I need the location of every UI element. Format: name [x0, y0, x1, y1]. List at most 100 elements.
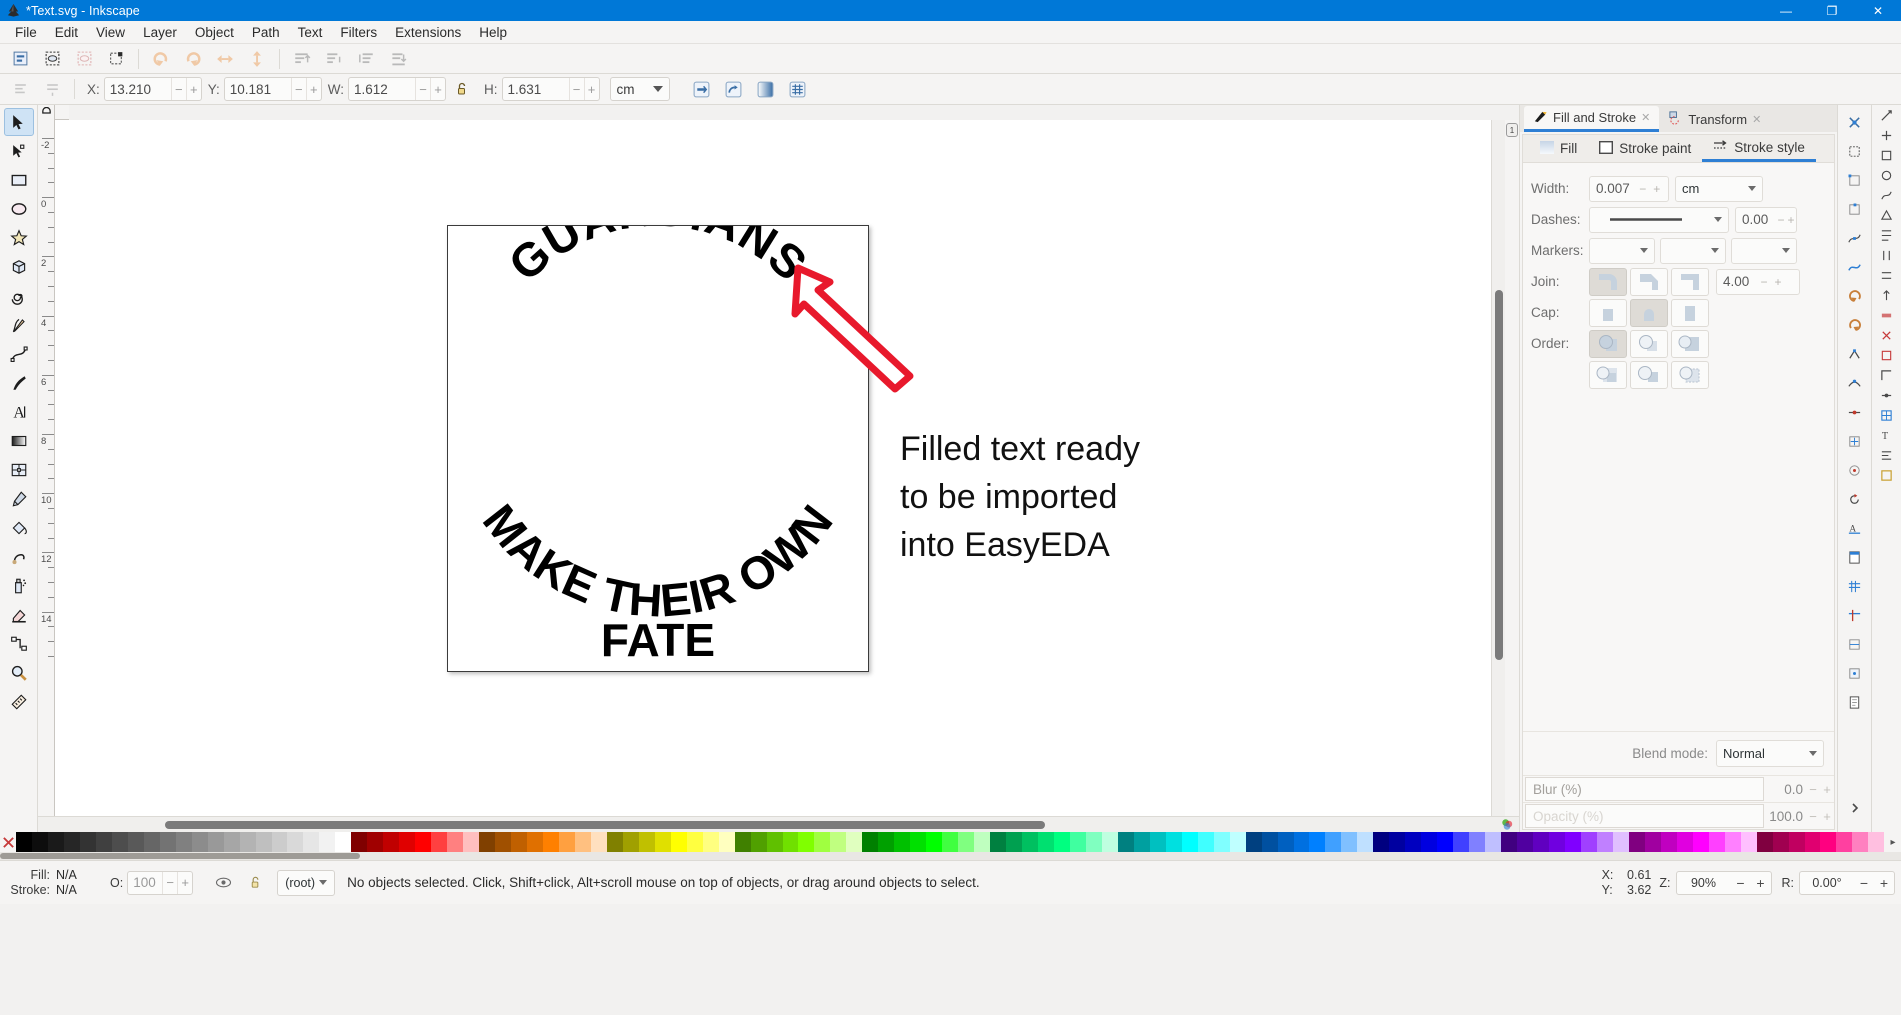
edge-snap-icon-13[interactable]: [1880, 349, 1893, 365]
x-spinner[interactable]: − +: [103, 77, 202, 101]
x-input[interactable]: [104, 78, 171, 100]
menu-edit[interactable]: Edit: [46, 23, 87, 42]
palette-swatch[interactable]: [1469, 832, 1486, 852]
blend-mode-dropdown[interactable]: Normal: [1716, 740, 1824, 767]
palette-swatch[interactable]: [1724, 832, 1741, 852]
rotation-value[interactable]: 0.00°: [1800, 876, 1854, 890]
x-increment[interactable]: +: [185, 78, 201, 100]
palette-swatch[interactable]: [223, 832, 240, 852]
ruler-corner[interactable]: [38, 105, 55, 120]
palette-swatch[interactable]: [1437, 832, 1454, 852]
palette-swatch[interactable]: [1533, 832, 1549, 852]
flip-horizontal-icon[interactable]: [209, 46, 241, 72]
palette-swatch[interactable]: [303, 832, 320, 852]
fill-stroke-indicator[interactable]: Fill: N/A Stroke: N/A: [0, 868, 84, 898]
stroke-width-increment[interactable]: +: [1650, 177, 1664, 201]
edge-snap-icon-17[interactable]: T: [1880, 429, 1893, 445]
flip-vertical-icon[interactable]: [241, 46, 273, 72]
stroke-width-unit-dropdown[interactable]: cm: [1675, 175, 1763, 202]
no-color-swatch[interactable]: [0, 832, 16, 852]
palette-swatch[interactable]: [255, 832, 272, 852]
palette-swatch[interactable]: [846, 832, 863, 852]
snap-bbox-corner-icon[interactable]: [1841, 167, 1869, 193]
palette-swatch[interactable]: [415, 832, 432, 852]
palette-swatch[interactable]: [431, 832, 448, 852]
palette-swatch[interactable]: [287, 832, 304, 852]
miter-join-icon[interactable]: [1671, 267, 1709, 296]
edge-snap-icon-16[interactable]: [1880, 409, 1893, 425]
palette-swatch[interactable]: [1708, 832, 1725, 852]
zoom-out-button[interactable]: −: [1731, 875, 1751, 891]
palette-swatch[interactable]: [1277, 832, 1294, 852]
x-decrement[interactable]: −: [170, 78, 186, 100]
snap-undo-icon[interactable]: [1841, 283, 1869, 309]
palette-swatch[interactable]: [1053, 832, 1070, 852]
palette-swatch[interactable]: [319, 832, 336, 852]
palette-swatch[interactable]: [1261, 832, 1278, 852]
palette-swatch[interactable]: [191, 832, 208, 852]
palette-swatch[interactable]: [686, 832, 703, 852]
palette-swatch[interactable]: [335, 832, 352, 852]
palette-swatch[interactable]: [383, 832, 400, 852]
scale-corners-icon[interactable]: [718, 76, 750, 102]
palette-swatch[interactable]: [1820, 832, 1837, 852]
palette-swatch[interactable]: [942, 832, 959, 852]
align-left-icon[interactable]: [4, 76, 36, 102]
close-button[interactable]: ✕: [1855, 0, 1901, 21]
palette-swatch[interactable]: [894, 832, 911, 852]
zoom-value[interactable]: 90%: [1677, 876, 1731, 890]
edge-snap-icon-14[interactable]: [1880, 369, 1893, 385]
snap-nodes-icon[interactable]: [1841, 225, 1869, 251]
opacity-status-input[interactable]: [128, 871, 163, 894]
order-fms-icon[interactable]: [1630, 329, 1668, 358]
palette-swatch[interactable]: [622, 832, 639, 852]
drawing-canvas[interactable]: GUARDIANS MAKE THEIR OWN FATE Filled tex…: [55, 120, 1491, 816]
lower-to-bottom-icon[interactable]: [382, 46, 414, 72]
close-icon[interactable]: ✕: [1641, 111, 1650, 124]
palette-swatch[interactable]: [95, 832, 112, 852]
maximize-button[interactable]: ❐: [1809, 0, 1855, 21]
order-smf-icon[interactable]: [1589, 360, 1627, 389]
palette-swatch[interactable]: [1006, 832, 1023, 852]
palette-swatch[interactable]: [974, 832, 991, 852]
mesh-gradient-icon[interactable]: [4, 456, 34, 484]
marker-mid-dropdown[interactable]: [1660, 237, 1726, 264]
subtab-stroke-paint[interactable]: Stroke paint: [1588, 135, 1702, 162]
palette-swatch[interactable]: [1772, 832, 1789, 852]
y-input[interactable]: [224, 78, 291, 100]
opacity-status-spinner[interactable]: − +: [127, 870, 194, 895]
square-cap-icon[interactable]: [1671, 298, 1709, 327]
palette-swatch[interactable]: [1517, 832, 1534, 852]
invert-selection-icon[interactable]: [100, 46, 132, 72]
snap-center-icon[interactable]: [1841, 428, 1869, 454]
palette-swatch[interactable]: [111, 832, 128, 852]
subtab-stroke-style[interactable]: Stroke style: [1702, 135, 1816, 162]
edge-snap-icon-4[interactable]: [1880, 169, 1893, 185]
blur-decrement[interactable]: −: [1806, 782, 1820, 797]
pencil-tool[interactable]: [4, 311, 34, 339]
blur-increment[interactable]: +: [1820, 782, 1834, 797]
eyedropper-icon[interactable]: [4, 485, 34, 513]
palette-swatch[interactable]: [159, 832, 176, 852]
palette-swatch[interactable]: [1868, 832, 1885, 852]
palette-swatch[interactable]: [1181, 832, 1198, 852]
edge-snap-icon-8[interactable]: [1880, 249, 1893, 265]
tab-transform[interactable]: Transform ✕: [1659, 106, 1771, 132]
star-tool[interactable]: [4, 224, 34, 252]
palette-swatch[interactable]: [1293, 832, 1310, 852]
palette-swatch[interactable]: [495, 832, 512, 852]
palette-swatch[interactable]: [1389, 832, 1406, 852]
snap-guide-icon[interactable]: [1841, 602, 1869, 628]
palette-swatch[interactable]: [367, 832, 384, 852]
horizontal-scrollbar-thumb[interactable]: [165, 821, 1045, 829]
palette-swatch[interactable]: [670, 832, 687, 852]
w-input[interactable]: [349, 78, 416, 100]
ellipse-tool[interactable]: [4, 195, 34, 223]
palette-swatch[interactable]: [1133, 832, 1150, 852]
layer-lock-open-icon[interactable]: [239, 870, 271, 896]
palette-swatch[interactable]: [574, 832, 591, 852]
palette-swatch[interactable]: [63, 832, 80, 852]
stroke-width-decrement[interactable]: −: [1636, 177, 1650, 201]
palette-swatch[interactable]: [47, 832, 64, 852]
snap-grid-icon[interactable]: [1841, 573, 1869, 599]
